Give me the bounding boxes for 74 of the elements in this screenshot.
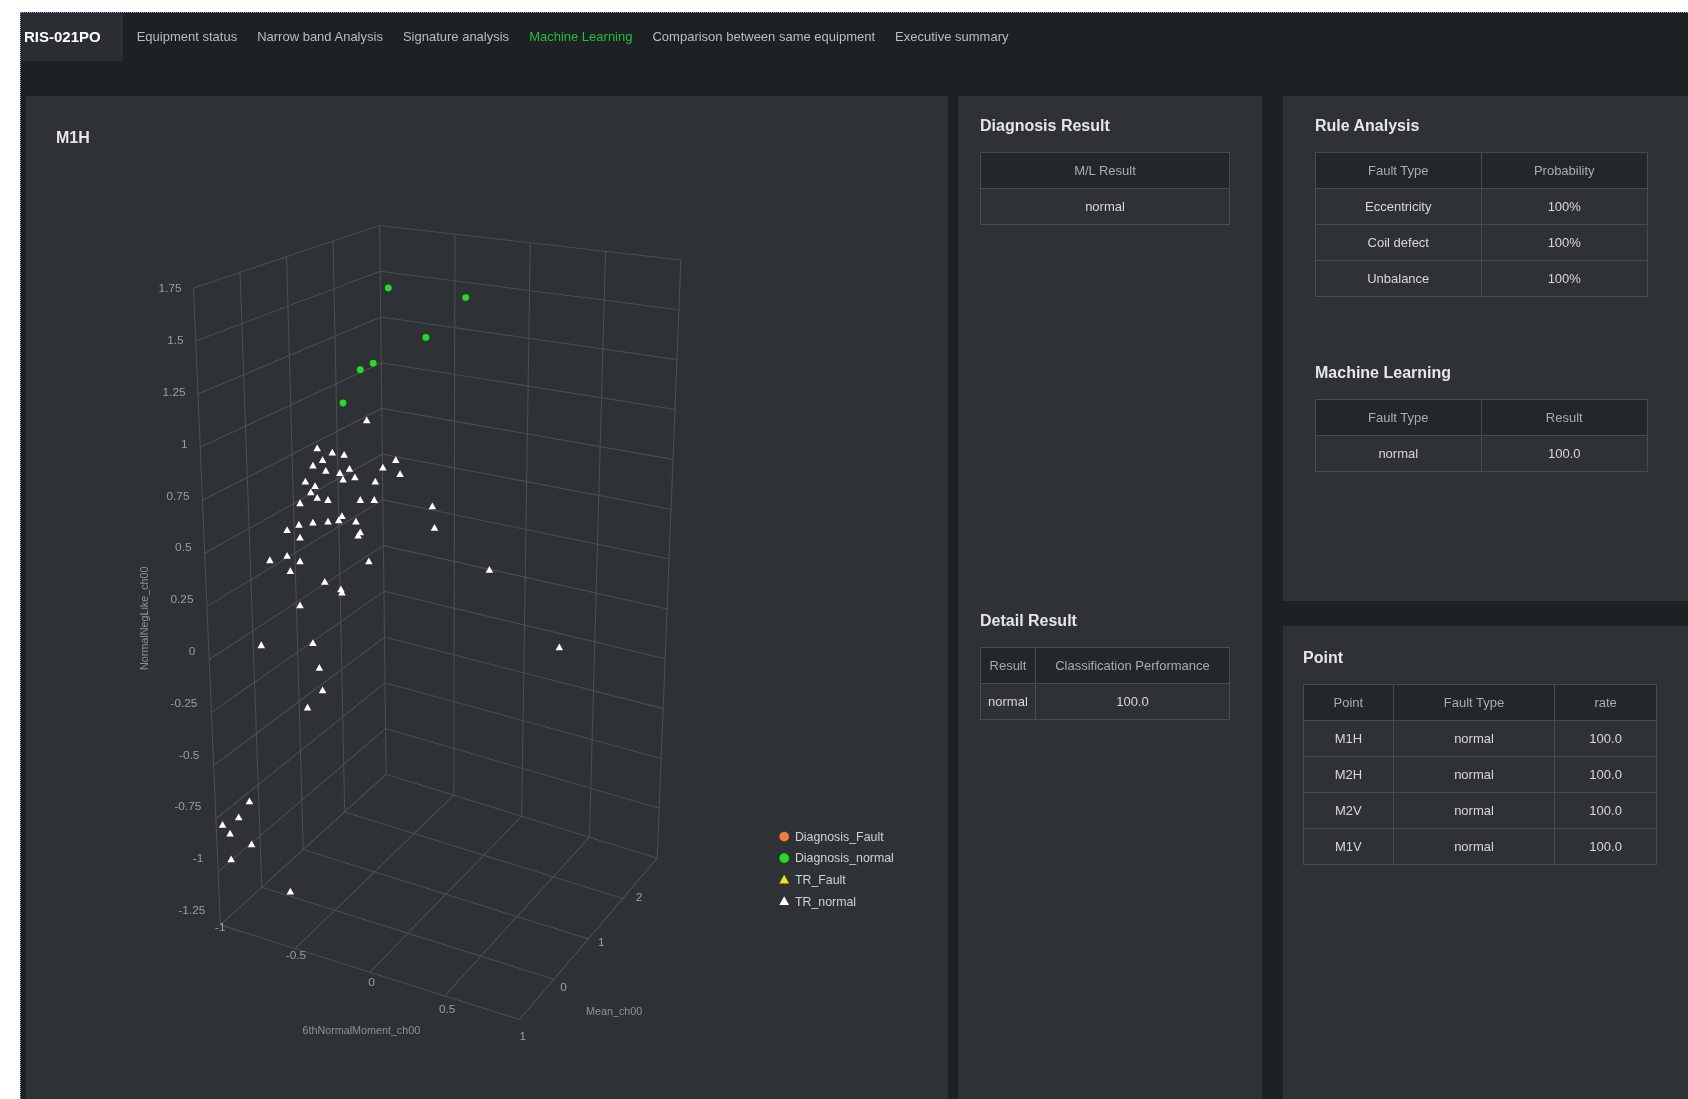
axis-title: NormalNegLike_ch00 <box>138 566 151 670</box>
table-cell: Coil defect <box>1315 224 1481 261</box>
panel-title: M1H <box>56 128 91 148</box>
tick-label: 1.75 <box>158 281 182 296</box>
tick-label: -0.75 <box>174 799 202 814</box>
tick-label: -1 <box>215 920 226 935</box>
nav-tab[interactable]: Equipment status <box>136 27 238 47</box>
legend-label: Diagnosis_Fault <box>794 829 884 844</box>
nav-tab[interactable]: Comparison between same equipment <box>652 27 876 47</box>
table-cell: Eccentricity <box>1315 188 1481 225</box>
tick-label: 0.25 <box>170 592 194 607</box>
tick-label: 2 <box>635 890 643 905</box>
table-cell: 100.0 <box>1554 828 1657 865</box>
tick-label: -1.25 <box>178 903 206 918</box>
nav-tab[interactable]: Executive summary <box>895 27 1009 47</box>
tick-label: -1 <box>192 851 204 866</box>
column-header: Classification Performance <box>1035 647 1230 684</box>
column-header: Result <box>980 647 1036 684</box>
column-header: Probability <box>1481 152 1648 189</box>
tick-label: 1 <box>519 1029 526 1043</box>
table-cell: 100.0 <box>1035 683 1230 720</box>
tick-label: 1 <box>598 934 605 949</box>
column-header: Fault Type <box>1315 399 1481 436</box>
table-cell: 100% <box>1481 188 1648 225</box>
table-cell: normal <box>1393 792 1555 829</box>
tick-label: -0.5 <box>285 947 307 962</box>
table-cell: M2V <box>1303 792 1394 829</box>
table-cell: 100% <box>1481 224 1648 261</box>
tick-label: -0.25 <box>170 695 198 710</box>
table-cell: 100% <box>1481 260 1648 297</box>
legend-label: Diagnosis_normal <box>794 851 894 866</box>
nav-tab[interactable]: Narrow band Analysis <box>257 27 383 47</box>
table-cell: normal <box>980 188 1230 225</box>
column-header: rate <box>1554 684 1657 721</box>
tick-label: 1.25 <box>162 384 186 399</box>
tick-label: 0 <box>368 974 375 989</box>
panel-title: Detail Result <box>980 611 1078 631</box>
panel-title: Diagnosis Result <box>980 116 1111 136</box>
tick-label: 1.5 <box>167 333 184 348</box>
legend-label: TR_Fault <box>794 873 846 887</box>
tick-label: -0.5 <box>179 747 200 762</box>
table-cell: 100.0 <box>1554 720 1657 757</box>
brand-label: RIS-021PO <box>21 13 123 61</box>
column-header: Point <box>1303 684 1394 721</box>
table-cell: 100.0 <box>1554 792 1657 829</box>
table-cell: normal <box>980 683 1036 720</box>
table-cell: 100.0 <box>1481 435 1648 472</box>
column-header: M/L Result <box>980 152 1230 189</box>
table-cell: normal <box>1393 720 1555 757</box>
nav-tab[interactable]: Machine Learning <box>529 27 633 47</box>
table-cell: normal <box>1315 435 1481 472</box>
table-cell: normal <box>1393 756 1555 793</box>
tick-label: 0 <box>188 644 196 658</box>
axis-title: Mean_ch00 <box>586 1005 643 1018</box>
panel-title: Point <box>1303 648 1344 668</box>
table-cell: Unbalance <box>1315 260 1481 297</box>
panel-title: Rule Analysis <box>1315 116 1421 136</box>
tick-label: 0 <box>560 979 567 994</box>
column-header: Result <box>1481 399 1648 436</box>
legend-label: TR_normal <box>794 894 857 909</box>
column-header: Fault Type <box>1393 684 1555 721</box>
table-cell: normal <box>1393 828 1555 865</box>
table-cell: 100.0 <box>1554 756 1657 793</box>
column-header: Fault Type <box>1315 152 1481 189</box>
nav-tab[interactable]: Signature analysis <box>402 27 510 47</box>
tick-label: 0.5 <box>175 540 192 555</box>
table-cell: M2H <box>1303 756 1394 793</box>
tick-label: 0.5 <box>438 1001 456 1016</box>
table-cell: M1V <box>1303 828 1394 865</box>
table-cell: M1H <box>1303 720 1394 757</box>
tick-label: 0.75 <box>166 488 190 503</box>
axis-title: 6thNormalMoment_ch00 <box>302 1023 421 1036</box>
tick-label: 1 <box>181 436 188 451</box>
panel-title: Machine Learning <box>1315 363 1453 383</box>
